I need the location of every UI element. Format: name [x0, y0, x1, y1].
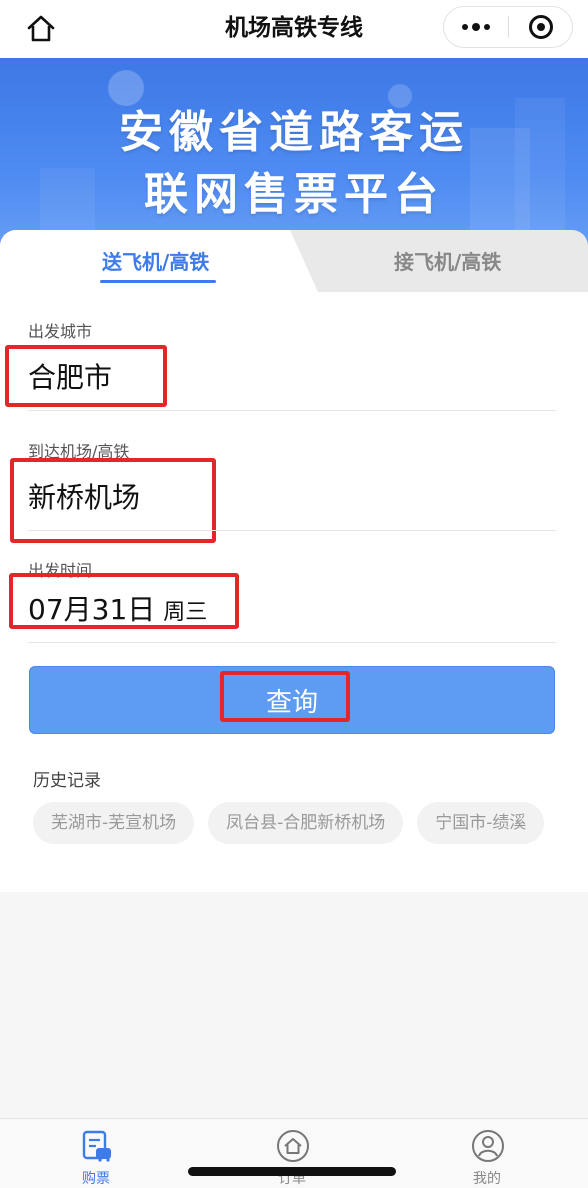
miniprogram-capsule — [443, 6, 573, 48]
empty-content-area — [0, 892, 588, 1118]
hero-banner: 安徽省道路客运 联网售票平台 — [0, 58, 588, 258]
highlight-box — [220, 671, 350, 722]
field-divider — [28, 530, 556, 531]
tab-dropoff[interactable]: 送飞机/高铁 — [0, 230, 318, 292]
target-close-icon[interactable] — [509, 7, 572, 47]
tabbar-item-order[interactable]: 订单 — [232, 1119, 352, 1188]
history-chip[interactable]: 凤台县-合肥新桥机场 — [208, 802, 404, 844]
bottom-tabbar: 购票 订单 我的 — [0, 1118, 588, 1188]
tabbar-item-mine[interactable]: 我的 — [427, 1119, 547, 1188]
field-divider — [28, 410, 556, 411]
home-icon[interactable] — [22, 10, 60, 48]
top-navbar: 机场高铁专线 — [0, 0, 588, 58]
booking-form: 出发城市 合肥市 到达机场/高铁 新桥机场 出发时间 07月31日 周三 查询 历… — [0, 292, 588, 892]
home-indicator-bar — [188, 1167, 396, 1176]
active-tab-indicator — [100, 280, 216, 283]
user-circle-icon — [472, 1130, 504, 1162]
history-chip[interactable]: 芜湖市-芜宣机场 — [33, 802, 195, 844]
tabbar-label-mine: 我的 — [473, 1171, 501, 1187]
banner-title-line1: 安徽省道路客运 — [119, 107, 469, 158]
tabbar-label-buy: 购票 — [82, 1171, 110, 1187]
banner-title-line2: 联网售票平台 — [144, 169, 444, 220]
highlight-box — [9, 573, 239, 629]
tab-dropoff-label: 送飞机/高铁 — [102, 250, 210, 274]
history-list: 芜湖市-芜宣机场 凤台县-合肥新桥机场 宁国市-绩溪 — [33, 802, 556, 844]
departure-city-label: 出发城市 — [28, 322, 93, 341]
history-chip[interactable]: 宁国市-绩溪 — [417, 802, 545, 844]
field-divider — [28, 642, 556, 643]
trip-type-tabs: 接飞机/高铁 送飞机/高铁 — [0, 230, 588, 292]
history-title: 历史记录 — [33, 771, 101, 791]
tabbar-item-buy[interactable]: 购票 — [36, 1119, 156, 1188]
ticket-bus-icon — [82, 1130, 111, 1162]
home-circle-icon — [277, 1130, 309, 1162]
tab-pickup-label: 接飞机/高铁 — [394, 250, 502, 274]
highlight-box — [5, 345, 167, 407]
more-dots-icon[interactable] — [444, 7, 508, 47]
